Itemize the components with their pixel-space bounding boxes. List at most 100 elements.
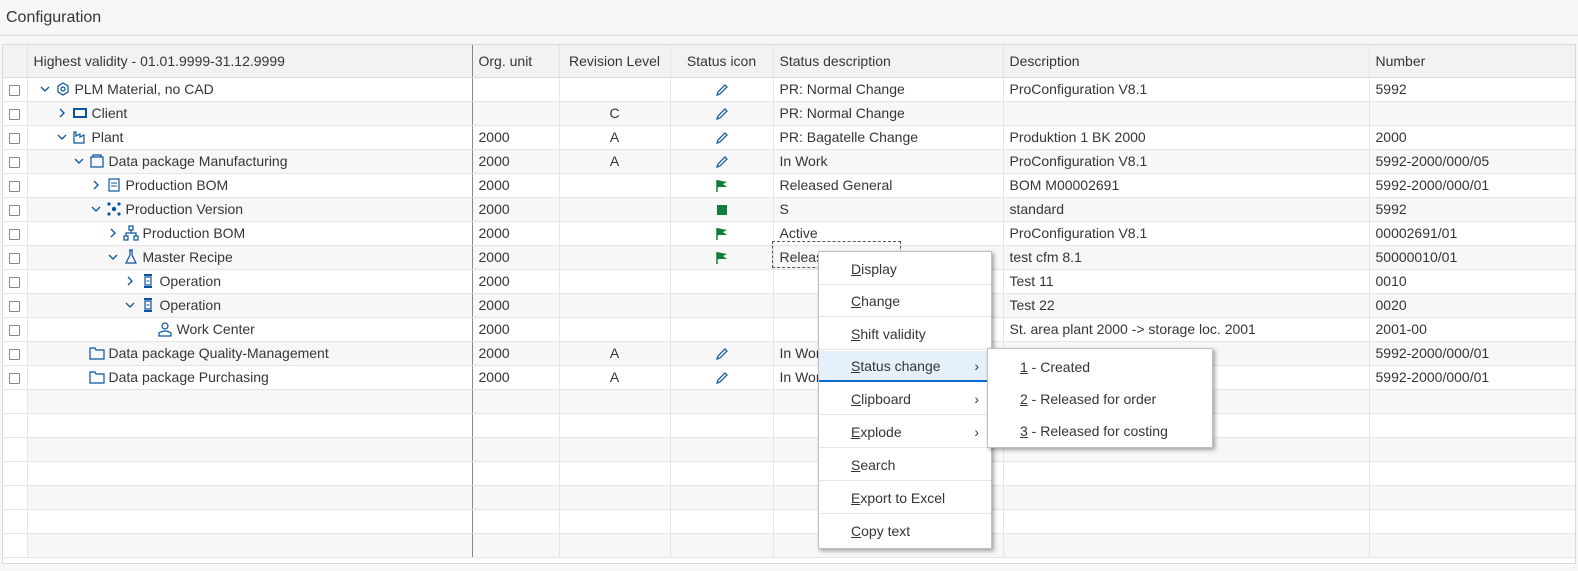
menu-item-explode[interactable]: Explode › bbox=[819, 417, 991, 448]
row-checkbox[interactable] bbox=[9, 132, 21, 144]
status-description-cell: Active bbox=[773, 221, 1004, 246]
submenu-item-released-for-order[interactable]: 2 - Released for order bbox=[988, 383, 1212, 415]
empty-row bbox=[3, 509, 1575, 534]
org-unit-cell: 2000 bbox=[472, 245, 560, 270]
empty-row bbox=[3, 461, 1575, 486]
flag-icon bbox=[715, 227, 729, 241]
row-checkbox[interactable] bbox=[9, 180, 21, 192]
org-unit-cell: 2000 bbox=[472, 125, 560, 150]
node-label: PLM Material, no CAD bbox=[74, 81, 214, 97]
column-header-hierarchy[interactable]: Highest validity - 01.01.9999-31.12.9999 bbox=[27, 45, 473, 78]
description-cell: St. area plant 2000 -> storage loc. 2001 bbox=[1003, 317, 1370, 342]
node-label: Operation bbox=[159, 273, 221, 289]
table-row[interactable]: Production Version 2000 S standard 5992 bbox=[3, 197, 1575, 222]
table-row[interactable]: Work Center 2000 St. area plant 2000 -> … bbox=[3, 317, 1575, 342]
revision-cell bbox=[559, 77, 671, 102]
column-header-revision[interactable]: Revision Level bbox=[559, 45, 671, 78]
data-package-icon bbox=[89, 153, 105, 169]
status-description-cell: In Work bbox=[773, 149, 1004, 174]
chevron-down-icon[interactable] bbox=[55, 130, 69, 144]
menu-item-change[interactable]: Change bbox=[819, 286, 991, 317]
table-row[interactable]: Production BOM 2000 Released General BOM… bbox=[3, 173, 1575, 198]
select-all-header[interactable] bbox=[3, 45, 28, 78]
column-header-org-unit[interactable]: Org. unit bbox=[472, 45, 560, 78]
org-unit-cell: 2000 bbox=[472, 317, 560, 342]
menu-item-search[interactable]: Search bbox=[819, 450, 991, 481]
chevron-right-icon[interactable] bbox=[89, 178, 103, 192]
table-row[interactable]: Production BOM 2000 Active ProConfigurat… bbox=[3, 221, 1575, 246]
revision-cell: C bbox=[559, 101, 671, 126]
row-checkbox[interactable] bbox=[9, 276, 21, 288]
node-label: Master Recipe bbox=[142, 249, 233, 265]
menu-item-clipboard[interactable]: Clipboard › bbox=[819, 384, 991, 415]
org-unit-cell bbox=[472, 77, 560, 102]
column-header-description[interactable]: Description bbox=[1003, 45, 1370, 78]
bom-document-icon bbox=[106, 177, 122, 193]
revision-cell bbox=[559, 221, 671, 246]
number-cell: 0010 bbox=[1369, 269, 1575, 294]
table-row[interactable]: Data package Manufacturing 2000 A In Wor… bbox=[3, 149, 1575, 174]
row-checkbox[interactable] bbox=[9, 156, 21, 168]
empty-row bbox=[3, 485, 1575, 510]
node-label: Data package Quality-Management bbox=[108, 345, 329, 361]
column-header-status-icon[interactable]: Status icon bbox=[670, 45, 774, 78]
table-row[interactable]: Data package Quality-Management 2000 A I… bbox=[3, 341, 1575, 366]
chevron-down-icon[interactable] bbox=[72, 154, 86, 168]
node-label: Plant bbox=[91, 129, 124, 145]
empty-row bbox=[3, 437, 1575, 462]
chevron-down-icon[interactable] bbox=[106, 250, 120, 264]
status-description-cell: PR: Normal Change bbox=[773, 77, 1004, 102]
work-center-icon bbox=[157, 321, 173, 337]
table-row[interactable]: Operation 2000 Test 22 0020 bbox=[3, 293, 1575, 318]
menu-item-status-change[interactable]: Status change › bbox=[819, 351, 991, 382]
status-description-cell: S bbox=[773, 197, 1004, 222]
node-label: Client bbox=[91, 105, 128, 121]
menu-item-display[interactable]: Display bbox=[819, 254, 991, 285]
hierarchy-icon bbox=[122, 225, 139, 241]
empty-row bbox=[3, 389, 1575, 414]
org-unit-cell: 2000 bbox=[472, 149, 560, 174]
table-row[interactable]: Master Recipe 2000 Releas test cfm 8.1 5… bbox=[3, 245, 1575, 270]
pencil-icon bbox=[715, 347, 729, 361]
org-unit-cell: 2000 bbox=[472, 269, 560, 294]
description-cell bbox=[1003, 101, 1370, 126]
row-checkbox[interactable] bbox=[9, 324, 21, 336]
status-description-cell: Released General bbox=[773, 173, 1004, 198]
row-checkbox[interactable] bbox=[9, 84, 21, 96]
folder-icon bbox=[88, 369, 105, 385]
menu-item-export-to-excel[interactable]: Export to Excel bbox=[819, 483, 991, 514]
number-cell: 5992 bbox=[1369, 77, 1575, 102]
chevron-down-icon[interactable] bbox=[123, 298, 137, 312]
row-checkbox[interactable] bbox=[9, 348, 21, 360]
revision-cell bbox=[559, 317, 671, 342]
column-header-status-description[interactable]: Status description bbox=[773, 45, 1004, 78]
description-cell: ProConfiguration V8.1 bbox=[1003, 221, 1370, 246]
node-label: Data package Manufacturing bbox=[108, 153, 288, 169]
chevron-right-icon[interactable] bbox=[106, 226, 120, 240]
description-cell: Test 22 bbox=[1003, 293, 1370, 318]
submenu-item-created[interactable]: 1 - Created bbox=[988, 351, 1212, 383]
row-checkbox[interactable] bbox=[9, 372, 21, 384]
table-row[interactable]: Client C PR: Normal Change bbox=[3, 101, 1575, 126]
column-header-number[interactable]: Number bbox=[1369, 45, 1575, 78]
table-row[interactable]: PLM Material, no CAD PR: Normal Change P… bbox=[3, 77, 1575, 102]
row-checkbox[interactable] bbox=[9, 228, 21, 240]
node-label: Data package Purchasing bbox=[108, 369, 269, 385]
description-cell: BOM M00002691 bbox=[1003, 173, 1370, 198]
row-checkbox[interactable] bbox=[9, 204, 21, 216]
row-checkbox[interactable] bbox=[9, 300, 21, 312]
row-checkbox[interactable] bbox=[9, 108, 21, 120]
status-change-submenu: 1 - Created 2 - Released for order 3 - R… bbox=[987, 348, 1213, 448]
table-row[interactable]: Plant 2000 A PR: Bagatelle Change Produk… bbox=[3, 125, 1575, 150]
menu-item-copy-text[interactable]: Copy text bbox=[819, 516, 991, 547]
chevron-down-icon[interactable] bbox=[89, 202, 103, 216]
chevron-right-icon[interactable] bbox=[123, 274, 137, 288]
table-row[interactable]: Data package Purchasing 2000 A In Wor 59… bbox=[3, 365, 1575, 390]
row-checkbox[interactable] bbox=[9, 252, 21, 264]
chevron-right-icon[interactable] bbox=[55, 106, 69, 120]
table-row[interactable]: Operation 2000 Test 11 0010 bbox=[3, 269, 1575, 294]
chevron-down-icon[interactable] bbox=[38, 82, 52, 96]
menu-item-shift-validity[interactable]: Shift validity bbox=[819, 319, 991, 350]
org-unit-cell bbox=[472, 101, 560, 126]
submenu-item-released-for-costing[interactable]: 3 - Released for costing bbox=[988, 415, 1212, 447]
